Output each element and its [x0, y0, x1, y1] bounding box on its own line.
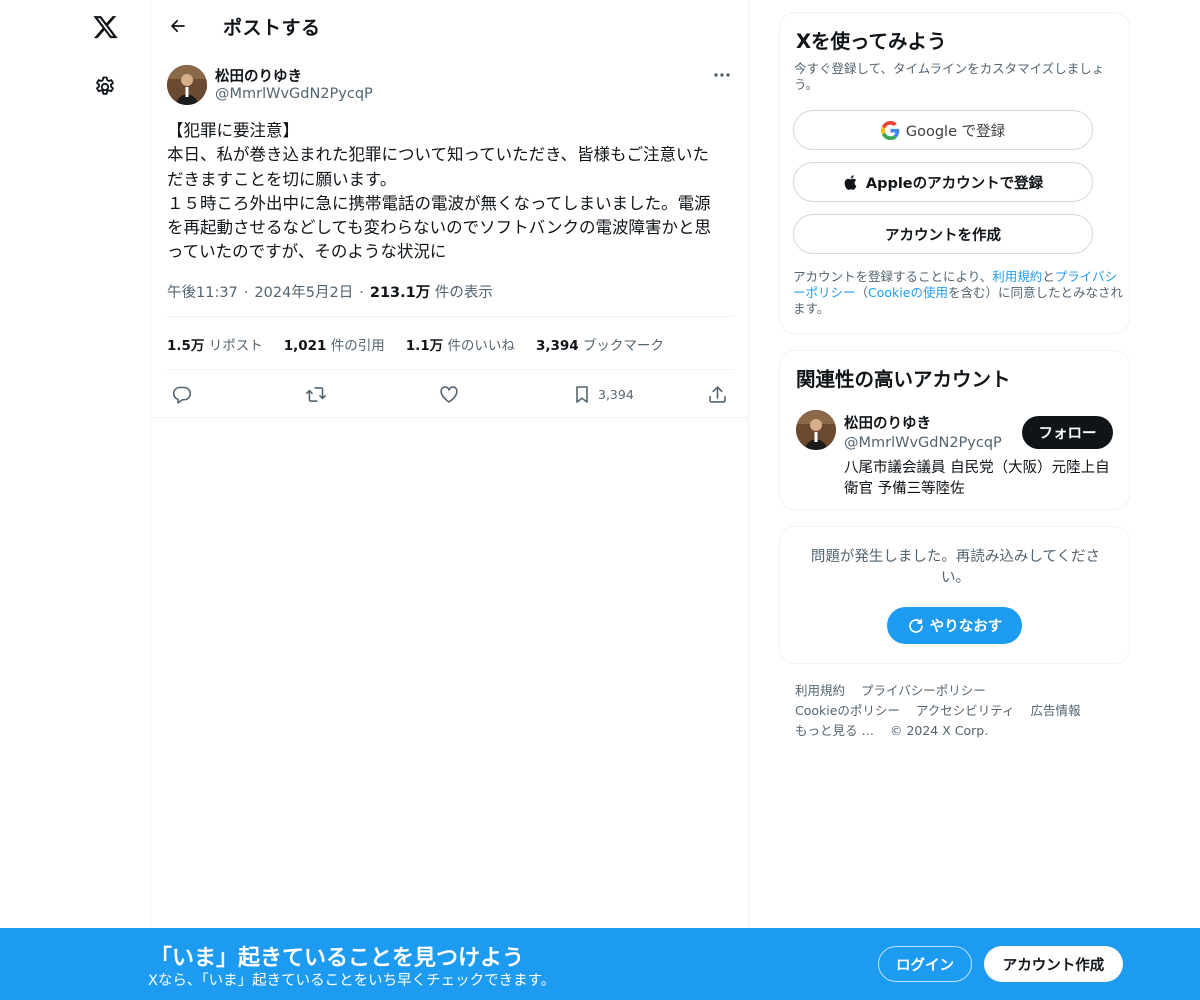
banner-subtext: Xなら、「いま」起きていることをいち早くチェックできます。: [148, 973, 556, 989]
banner-headline: 「いま」起きていることを見つけよう: [150, 946, 525, 971]
related-account-bio: 八尾市議会議員 自民党（大阪）元陸上自衛官 予備三等陸佐: [844, 460, 1110, 497]
gear-icon[interactable]: [85, 67, 125, 107]
reply-icon[interactable]: [171, 380, 192, 408]
stat-bookmarks[interactable]: 3,394 ブックマーク: [536, 334, 664, 354]
x-logo-icon[interactable]: [85, 8, 125, 48]
view-count: 213.1万: [369, 285, 431, 301]
google-icon: [880, 120, 900, 140]
footer-link-accessibility[interactable]: アクセシビリティ: [916, 703, 1015, 718]
legal-text: アカウントを登録することにより、: [793, 269, 993, 284]
main-column: ポストする 松田のりゆき @MmrlWvGdN2PycqP 【犯罪に要注意】 本…: [150, 0, 749, 1000]
author-name[interactable]: 松田のりゆき: [215, 65, 302, 86]
tweet-text: 【犯罪に要注意】 本日、私が巻き込まれた犯罪について知っていただき、皆様もご注意…: [167, 119, 733, 265]
left-nav: [0, 0, 150, 1000]
tweet-time[interactable]: 午後11:37: [167, 285, 238, 301]
related-title: 関連性の高いアカウント: [796, 368, 1011, 391]
tweet-text-line: を再起動させるなどしても変わらないのでソフトバンクの電波障害かと思: [167, 218, 712, 238]
retry-button[interactable]: やりなおす: [887, 607, 1022, 644]
legal-notice: アカウントを登録することにより、利用規約とプライバシーポリシー（Cookieの使…: [793, 269, 1123, 317]
signup-title: Xを使ってみよう: [796, 30, 947, 53]
related-account-name[interactable]: 松田のりゆき: [844, 412, 931, 433]
repost-icon[interactable]: [304, 380, 328, 408]
signup-card: Xを使ってみよう 今すぐ登録して、タイムラインをカスタマイズしましょう。 Goo…: [779, 12, 1130, 334]
share-icon[interactable]: [707, 380, 728, 408]
signup-button[interactable]: アカウント作成: [984, 946, 1123, 982]
footer-link-ads[interactable]: 広告情報: [1031, 703, 1081, 718]
heart-icon[interactable]: [438, 380, 460, 408]
avatar[interactable]: [167, 65, 207, 105]
footer-link-more[interactable]: もっと見る …: [795, 723, 874, 738]
legal-text: と: [1042, 269, 1055, 284]
tweet-author: 松田のりゆき @MmrlWvGdN2PycqP: [167, 65, 733, 109]
arrow-left-icon[interactable]: [161, 9, 195, 43]
footer-copyright: © 2024 X Corp.: [889, 723, 989, 738]
more-horizontal-icon[interactable]: [711, 65, 733, 85]
page-title: ポストする: [223, 17, 321, 39]
create-account-label: アカウントを作成: [885, 227, 1001, 244]
apple-signup-button[interactable]: Appleのアカウントで登録: [793, 162, 1093, 202]
tweet-actions: 3,394: [167, 380, 733, 408]
follow-button[interactable]: フォロー: [1022, 416, 1113, 449]
create-account-button[interactable]: アカウントを作成: [793, 214, 1093, 254]
divider: [167, 369, 734, 370]
terms-link[interactable]: 利用規約: [992, 269, 1042, 284]
tweet-text-line: だきますことを切に願います。: [167, 169, 397, 189]
footer-link-privacy[interactable]: プライバシーポリシー: [861, 683, 986, 698]
google-signup-label: Google で登録: [905, 123, 1006, 140]
error-message: 問題が発生しました。再読み込みしてください。: [810, 549, 1101, 586]
stat-reposts[interactable]: 1.5万 リポスト: [167, 334, 263, 354]
cookie-link[interactable]: Cookieの使用: [868, 285, 948, 300]
author-handle[interactable]: @MmrlWvGdN2PycqP: [215, 86, 373, 102]
retry-label: やりなおす: [929, 619, 1003, 635]
footer-link-terms[interactable]: 利用規約: [795, 683, 845, 698]
footer-links: 利用規約 プライバシーポリシー Cookieのポリシー アクセシビリティ 広告情…: [795, 681, 1125, 741]
signup-banner: 「いま」起きていることを見つけよう Xなら、「いま」起きていることをいち早くチェ…: [0, 928, 1200, 1000]
tweet-text-line: っていたのですが、そのような状況に: [167, 242, 447, 262]
page-header: ポストする: [151, 0, 749, 53]
apple-icon: [843, 173, 860, 192]
error-card: 問題が発生しました。再読み込みしてください。 やりなおす: [779, 526, 1130, 664]
avatar[interactable]: [796, 410, 836, 450]
view-label: 件の表示: [434, 285, 493, 301]
tweet-text-line: 本日、私が巻き込まれた犯罪について知っていただき、皆様もご注意いた: [167, 145, 710, 165]
related-accounts-card: 関連性の高いアカウント 松田のりゆき @MmrlWvGdN2PycqP フォロー…: [779, 350, 1130, 510]
tweet-text-line: １５時ころ外出中に急に携帯電話の電波が無くなってしまいました。電源: [167, 193, 711, 213]
footer-link-cookie[interactable]: Cookieのポリシー: [795, 703, 900, 718]
bookmark-icon: [572, 384, 592, 405]
divider: [151, 417, 749, 418]
bookmark-button[interactable]: 3,394: [572, 380, 634, 408]
bookmark-count: 3,394: [598, 386, 634, 402]
tweet-meta: 午後11:37 · 2024年5月2日 · 213.1万 件の表示: [167, 285, 493, 301]
signup-subtitle: 今すぐ登録して、タイムラインをカスタマイズしましょう。: [794, 61, 1105, 92]
apple-signup-label: Appleのアカウントで登録: [865, 175, 1044, 192]
divider: [167, 316, 734, 317]
refresh-icon: [907, 617, 925, 635]
login-button[interactable]: ログイン: [878, 946, 972, 982]
stat-likes[interactable]: 1.1万 件のいいね: [406, 334, 515, 354]
stat-quotes[interactable]: 1,021 件の引用: [284, 334, 385, 354]
tweet-date[interactable]: 2024年5月2日: [254, 285, 353, 301]
tweet-stats: 1.5万 リポスト 1,021 件の引用 1.1万 件のいいね 3,394 ブッ…: [167, 334, 685, 354]
tweet-text-line: 【犯罪に要注意】: [167, 121, 299, 140]
google-signup-button[interactable]: Google で登録: [793, 110, 1093, 150]
related-account-handle[interactable]: @MmrlWvGdN2PycqP: [844, 435, 1002, 451]
legal-text: （: [855, 285, 869, 300]
